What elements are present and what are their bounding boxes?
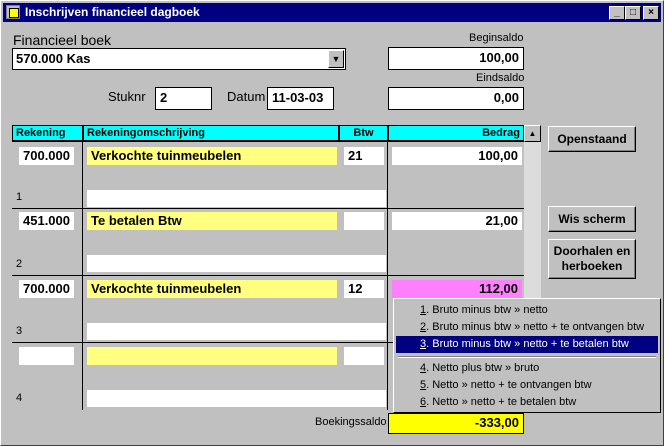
financieel-boek-select[interactable]: 570.000 Kas ▼ bbox=[12, 48, 346, 70]
financieel-boek-label: Financieel boek bbox=[13, 32, 112, 48]
maximize-button[interactable]: □ bbox=[625, 6, 641, 20]
row-number: 1 bbox=[16, 191, 23, 203]
context-menu: 1. Bruto minus btw » netto 2. Bruto minu… bbox=[393, 298, 661, 413]
financieel-boek-value: 570.000 Kas bbox=[16, 51, 91, 66]
menu-item-4[interactable]: 4. Netto plus btw » bruto bbox=[396, 360, 658, 377]
menu-item-1[interactable]: 1. Bruto minus btw » netto bbox=[396, 302, 658, 319]
header-btw: Btw bbox=[339, 125, 388, 141]
menu-separator bbox=[398, 356, 656, 358]
doorhalen-label-line1: Doorhalen en bbox=[553, 244, 631, 258]
table-row: 2 451.000 Te betalen Btw 21,00 bbox=[12, 208, 524, 275]
row-number: 3 bbox=[16, 325, 23, 337]
table-row: 1 700.000 Verkochte tuinmeubelen 21 100,… bbox=[12, 141, 524, 208]
stuknr-field[interactable]: 2 bbox=[155, 87, 212, 110]
app-icon[interactable] bbox=[6, 5, 20, 19]
openstaand-button[interactable]: Openstaand bbox=[548, 126, 636, 152]
scroll-up-icon[interactable]: ▲ bbox=[524, 125, 541, 142]
column-divider bbox=[82, 141, 83, 410]
column-divider bbox=[387, 141, 388, 410]
eindsaldo-field[interactable]: 0,00 bbox=[388, 87, 524, 110]
omschrijving-cell[interactable]: Verkochte tuinmeubelen bbox=[87, 147, 337, 165]
row-number: 4 bbox=[16, 392, 23, 404]
wis-scherm-button[interactable]: Wis scherm bbox=[548, 206, 636, 232]
omschrijving-cell[interactable]: Te betalen Btw bbox=[87, 212, 337, 230]
header-bedrag: Bedrag bbox=[388, 125, 524, 141]
bedrag-cell[interactable]: 112,00 bbox=[392, 280, 522, 298]
header-rekening: Rekening bbox=[12, 125, 83, 141]
stuknr-label: Stuknr bbox=[108, 89, 146, 104]
window-title: Inschrijven financieel dagboek bbox=[25, 5, 200, 19]
rekening-cell[interactable]: 700.000 bbox=[19, 280, 74, 298]
bedrag-cell[interactable]: 100,00 bbox=[392, 147, 522, 165]
title-bar[interactable]: Inschrijven financieel dagboek _ □ × bbox=[3, 3, 661, 22]
beginsaldo-label: Beginsaldo bbox=[469, 32, 524, 44]
rekening-cell[interactable]: 700.000 bbox=[19, 147, 74, 165]
wis-scherm-label: Wis scherm bbox=[558, 211, 626, 226]
menu-item-2[interactable]: 2. Bruto minus btw » netto + te ontvange… bbox=[396, 319, 658, 336]
rekening-cell[interactable]: 451.000 bbox=[19, 212, 74, 230]
btw-cell[interactable]: 12 bbox=[344, 280, 384, 298]
eindsaldo-label: Eindsaldo bbox=[476, 72, 525, 84]
extra-line-cell[interactable] bbox=[87, 190, 386, 207]
menu-item-3[interactable]: 3. Bruto minus btw » netto + te betalen … bbox=[396, 336, 658, 353]
close-button[interactable]: × bbox=[643, 6, 659, 20]
rekening-cell[interactable] bbox=[19, 347, 74, 365]
menu-item-5[interactable]: 5. Netto » netto + te ontvangen btw bbox=[396, 377, 658, 394]
main-window: Inschrijven financieel dagboek _ □ × Fin… bbox=[0, 0, 664, 446]
datum-field[interactable]: 11-03-03 bbox=[267, 87, 334, 110]
datum-label: Datum bbox=[227, 89, 266, 104]
beginsaldo-field[interactable]: 100,00 bbox=[388, 47, 524, 70]
btw-cell[interactable] bbox=[344, 347, 384, 365]
omschrijving-cell[interactable]: Verkochte tuinmeubelen bbox=[87, 280, 337, 298]
row-number: 2 bbox=[16, 258, 23, 270]
minimize-button[interactable]: _ bbox=[609, 6, 625, 20]
openstaand-label: Openstaand bbox=[557, 131, 627, 146]
extra-line-cell[interactable] bbox=[87, 323, 386, 340]
extra-line-cell[interactable] bbox=[87, 390, 386, 407]
btw-cell[interactable] bbox=[344, 212, 384, 230]
chevron-down-icon[interactable]: ▼ bbox=[328, 50, 344, 68]
header-omschrijving: Rekeningomschrijving bbox=[83, 125, 339, 141]
menu-item-6[interactable]: 6. Netto » netto + te betalen btw bbox=[396, 394, 658, 411]
omschrijving-cell[interactable] bbox=[87, 347, 337, 365]
doorhalen-herboeken-button[interactable]: Doorhalen en herboeken bbox=[548, 239, 636, 279]
btw-cell[interactable]: 21 bbox=[344, 147, 384, 165]
boekingssaldo-label: Boekingssaldo bbox=[315, 416, 387, 428]
boekingssaldo-field: -333,00 bbox=[388, 413, 524, 434]
bedrag-cell[interactable]: 21,00 bbox=[392, 212, 522, 230]
extra-line-cell[interactable] bbox=[87, 255, 386, 272]
doorhalen-label-line2: herboeken bbox=[561, 259, 623, 273]
